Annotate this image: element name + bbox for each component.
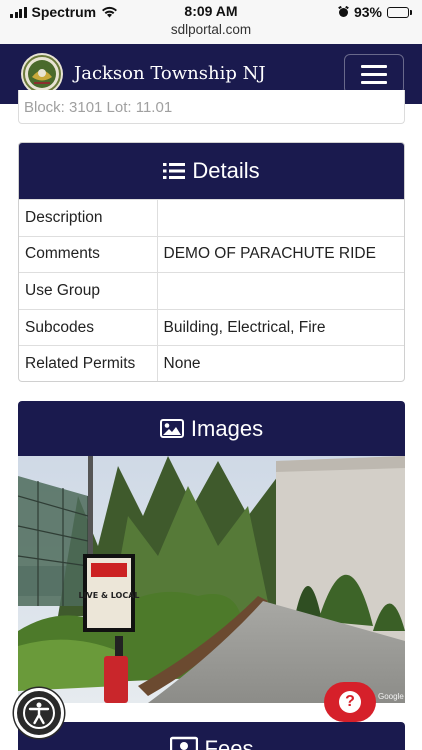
google-watermark: Google (378, 692, 404, 701)
row-value (157, 272, 404, 310)
image-icon (159, 419, 184, 438)
battery-icon (387, 6, 412, 18)
question-mark-icon: ? (339, 691, 361, 713)
images-card: Images LIVE & LOCAL Google (18, 401, 405, 721)
row-label: Related Permits (19, 345, 158, 381)
menu-button[interactable] (344, 54, 404, 94)
brand-title[interactable]: Jackson Township NJ (74, 63, 266, 84)
fees-title: Fees (204, 736, 254, 750)
row-label: Description (19, 199, 158, 237)
details-title: Details (192, 158, 260, 183)
status-bar: Spectrum 8:09 AM sdlportal.com 93% (0, 0, 422, 44)
url-bar[interactable]: sdlportal.com (0, 22, 422, 37)
block-lot-text: Block: 3101 Lot: 11.01 (24, 99, 173, 116)
accessibility-button[interactable] (14, 688, 64, 738)
permit-info-card: Block: 3101 Lot: 11.01 (18, 90, 405, 124)
details-card: Details Description Comments DEMO OF PAR… (18, 142, 405, 382)
row-value: None (157, 345, 404, 381)
row-value: DEMO OF PARACHUTE RIDE (157, 235, 404, 273)
row-label: Comments (19, 235, 158, 273)
table-row: Subcodes Building, Electrical, Fire (19, 308, 404, 346)
accessibility-icon (23, 697, 55, 729)
fees-header: Fees (18, 722, 405, 750)
permit-photo[interactable]: LIVE & LOCAL Google (18, 456, 405, 703)
table-row: Comments DEMO OF PARACHUTE RIDE (19, 235, 404, 273)
table-row: Related Permits None (19, 345, 404, 381)
details-table: Description Comments DEMO OF PARACHUTE R… (19, 199, 404, 381)
table-row: Description (19, 199, 404, 237)
hamburger-icon (361, 64, 387, 68)
alarm-icon (338, 6, 349, 17)
table-row: Use Group (19, 272, 404, 310)
images-header: Images (18, 401, 405, 456)
row-label: Subcodes (19, 308, 158, 346)
battery-group: 93% (338, 4, 412, 20)
row-value (157, 199, 404, 237)
photo-sign-text: LIVE & LOCAL (78, 591, 139, 600)
help-button[interactable]: ? (324, 682, 376, 722)
details-header: Details (19, 143, 404, 199)
battery-percent: 93% (353, 4, 382, 20)
fees-card: Fees (18, 722, 405, 750)
row-value: Building, Electrical, Fire (157, 308, 404, 346)
row-label: Use Group (19, 272, 158, 310)
images-title: Images (190, 415, 264, 441)
money-icon (169, 736, 198, 750)
list-icon (163, 163, 186, 179)
